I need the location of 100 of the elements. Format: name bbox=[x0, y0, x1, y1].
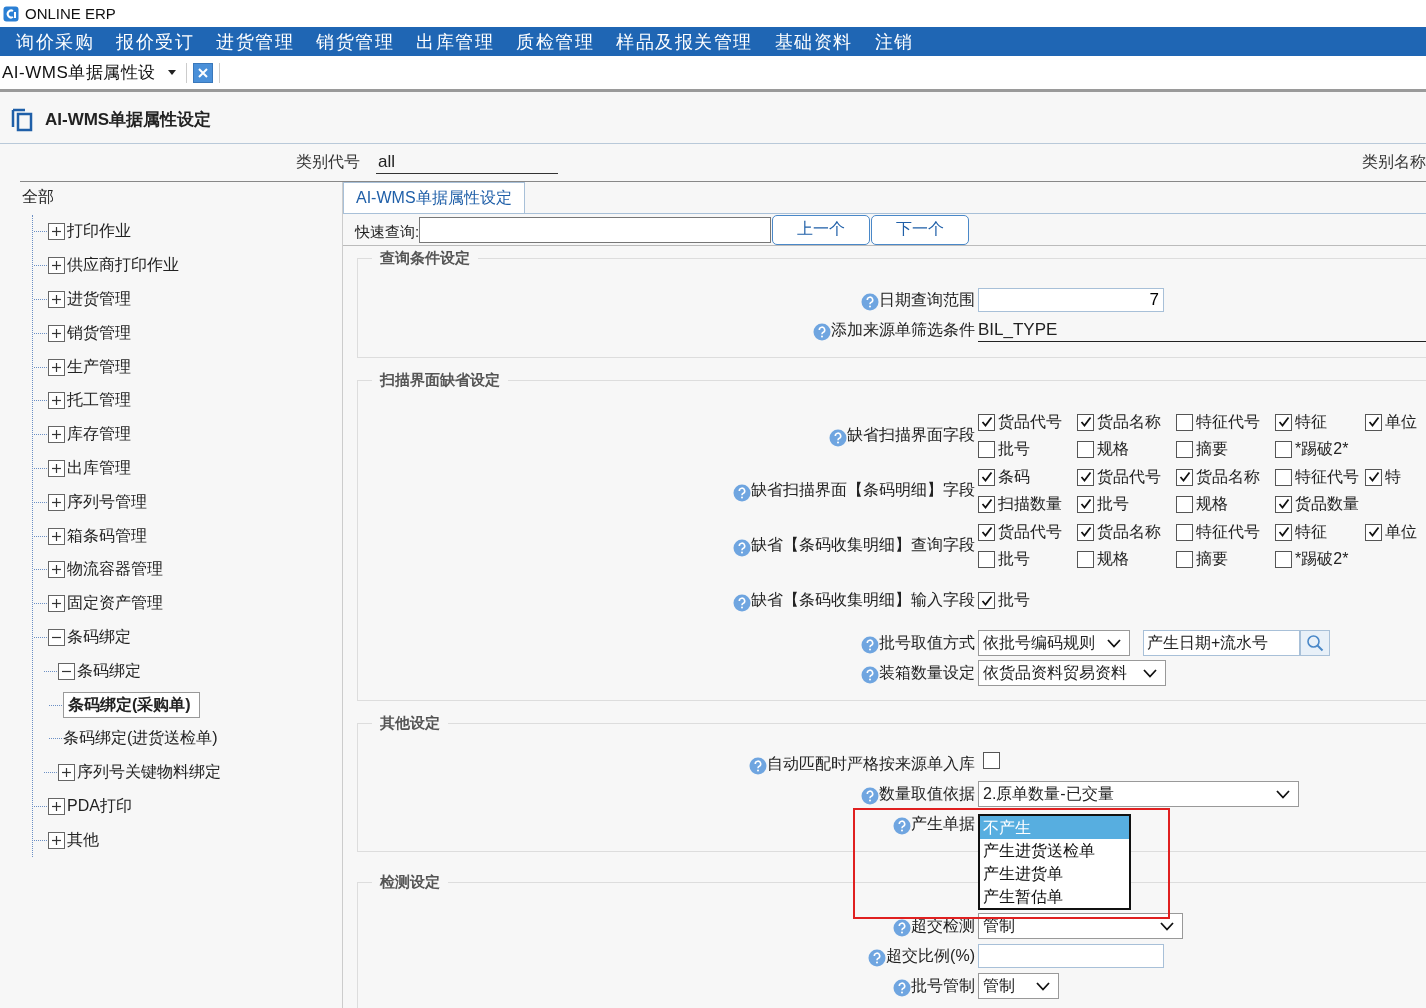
checkbox[interactable] bbox=[978, 523, 995, 541]
tree-item[interactable]: 条码绑定(进货送检单) bbox=[63, 728, 218, 750]
tree-item[interactable]: 序列号管理 bbox=[67, 491, 147, 513]
checkbox[interactable] bbox=[978, 495, 995, 513]
dropdown-select[interactable]: 依货品资料贸易资料 bbox=[978, 660, 1166, 686]
input-field[interactable]: BIL_TYPE bbox=[978, 318, 1426, 342]
tree-item[interactable]: 条码绑定 bbox=[67, 626, 131, 648]
expand-toggle[interactable] bbox=[48, 493, 65, 511]
close-button[interactable] bbox=[192, 62, 213, 83]
menu-item[interactable]: 质检管理 bbox=[516, 29, 594, 54]
checkbox[interactable] bbox=[1077, 440, 1094, 458]
help-icon[interactable] bbox=[861, 666, 879, 684]
checkbox[interactable] bbox=[978, 413, 995, 431]
menu-item[interactable]: 注销 bbox=[874, 29, 914, 54]
help-icon[interactable] bbox=[829, 428, 847, 447]
expand-toggle[interactable] bbox=[48, 561, 65, 579]
checkbox[interactable] bbox=[1365, 413, 1382, 431]
expand-toggle[interactable] bbox=[58, 764, 75, 782]
tree-item[interactable]: 生产管理 bbox=[67, 356, 131, 378]
search-button[interactable] bbox=[1300, 630, 1330, 656]
checkbox[interactable] bbox=[1176, 523, 1193, 541]
checkbox[interactable] bbox=[983, 751, 1000, 769]
help-icon[interactable] bbox=[893, 919, 911, 937]
tree-item[interactable]: 序列号关键物料绑定 bbox=[77, 762, 221, 784]
dropdown-select[interactable]: 管制 bbox=[978, 973, 1059, 999]
expand-toggle[interactable] bbox=[48, 595, 65, 613]
help-icon[interactable] bbox=[861, 636, 879, 654]
document-tab[interactable]: AI-WMS单据属性设 bbox=[0, 61, 156, 84]
tree-item[interactable]: 库存管理 bbox=[67, 424, 131, 446]
checkbox[interactable] bbox=[1077, 468, 1094, 486]
checkbox[interactable] bbox=[1077, 495, 1094, 513]
help-icon[interactable] bbox=[749, 757, 767, 775]
checkbox[interactable] bbox=[1077, 523, 1094, 541]
menu-item[interactable]: 基础资料 bbox=[774, 29, 853, 54]
tree-root[interactable]: 全部 bbox=[0, 182, 342, 215]
tree-item[interactable]: 打印作业 bbox=[67, 221, 131, 243]
dropdown-option[interactable]: 产生进货送检单 bbox=[980, 839, 1129, 862]
expand-toggle[interactable] bbox=[58, 662, 75, 680]
help-icon[interactable] bbox=[861, 787, 879, 805]
help-icon[interactable] bbox=[733, 538, 751, 557]
quick-search-field[interactable] bbox=[419, 216, 772, 243]
expand-toggle[interactable] bbox=[48, 358, 65, 376]
tree-item[interactable]: 其他 bbox=[67, 829, 99, 851]
checkbox[interactable] bbox=[1176, 550, 1193, 568]
caret-icon[interactable] bbox=[167, 70, 176, 75]
help-icon[interactable] bbox=[861, 293, 879, 311]
input-field[interactable]: 7 bbox=[978, 288, 1164, 312]
checkbox[interactable] bbox=[1275, 440, 1292, 458]
previous-button[interactable]: 上一个 bbox=[772, 214, 871, 245]
tree-item[interactable]: 销货管理 bbox=[67, 322, 131, 344]
checkbox[interactable] bbox=[978, 468, 995, 486]
checkbox[interactable] bbox=[1077, 413, 1094, 431]
menu-item[interactable]: 样品及报关管理 bbox=[616, 29, 753, 54]
dropdown-option[interactable]: 产生暂估单 bbox=[980, 885, 1129, 908]
checkbox[interactable] bbox=[1176, 495, 1193, 513]
checkbox[interactable] bbox=[1275, 495, 1292, 513]
help-icon[interactable] bbox=[733, 593, 751, 612]
expand-toggle[interactable] bbox=[48, 257, 65, 275]
checkbox[interactable] bbox=[1275, 413, 1292, 431]
expand-toggle[interactable] bbox=[48, 628, 65, 646]
menu-item[interactable]: 进货管理 bbox=[216, 29, 294, 54]
dropdown-select[interactable]: 2.原单数量-已交量 bbox=[978, 781, 1299, 807]
menu-item[interactable]: 报价受订 bbox=[116, 29, 194, 54]
expand-toggle[interactable] bbox=[48, 392, 65, 410]
checkbox[interactable] bbox=[1365, 468, 1382, 486]
tree-item[interactable]: 进货管理 bbox=[67, 289, 131, 310]
dropdown-select[interactable]: 管制 bbox=[978, 913, 1183, 939]
checkbox[interactable] bbox=[1275, 550, 1292, 568]
help-icon[interactable] bbox=[868, 949, 887, 967]
expand-toggle[interactable] bbox=[48, 223, 65, 241]
dropdown-option[interactable]: 产生进货单 bbox=[980, 862, 1129, 885]
checkbox[interactable] bbox=[1275, 523, 1292, 541]
checkbox[interactable] bbox=[1077, 550, 1094, 568]
help-icon[interactable] bbox=[893, 979, 911, 997]
menu-item[interactable]: 销货管理 bbox=[316, 29, 394, 54]
help-icon[interactable] bbox=[733, 483, 751, 502]
tree-item[interactable]: PDA打印 bbox=[67, 795, 132, 817]
tree-item[interactable]: 供应商打印作业 bbox=[67, 255, 179, 277]
help-icon[interactable] bbox=[893, 817, 911, 835]
dropdown-select[interactable]: 依批号编码规则 bbox=[978, 630, 1130, 656]
category-code-field[interactable]: all bbox=[376, 151, 558, 174]
input-field[interactable] bbox=[978, 944, 1164, 968]
expand-toggle[interactable] bbox=[48, 426, 65, 444]
tree-item[interactable]: 箱条码管理 bbox=[67, 525, 147, 547]
expand-toggle[interactable] bbox=[48, 527, 65, 545]
checkbox[interactable] bbox=[1176, 440, 1193, 458]
tree-item[interactable]: 条码绑定 bbox=[77, 660, 141, 682]
menu-item[interactable]: 出库管理 bbox=[416, 29, 494, 54]
lookup-field[interactable]: 产生日期+流水号 bbox=[1143, 630, 1300, 656]
tree-item[interactable]: 固定资产管理 bbox=[67, 593, 163, 615]
expand-toggle[interactable] bbox=[48, 831, 65, 849]
panel-tab[interactable]: AI-WMS单据属性设定 bbox=[343, 182, 525, 213]
expand-toggle[interactable] bbox=[48, 459, 65, 477]
checkbox[interactable] bbox=[1176, 468, 1193, 486]
checkbox[interactable] bbox=[978, 592, 995, 609]
tree-item[interactable]: 出库管理 bbox=[67, 457, 131, 479]
expand-toggle[interactable] bbox=[48, 324, 65, 342]
checkbox[interactable] bbox=[1176, 413, 1193, 431]
checkbox[interactable] bbox=[978, 440, 995, 458]
checkbox[interactable] bbox=[978, 550, 995, 568]
